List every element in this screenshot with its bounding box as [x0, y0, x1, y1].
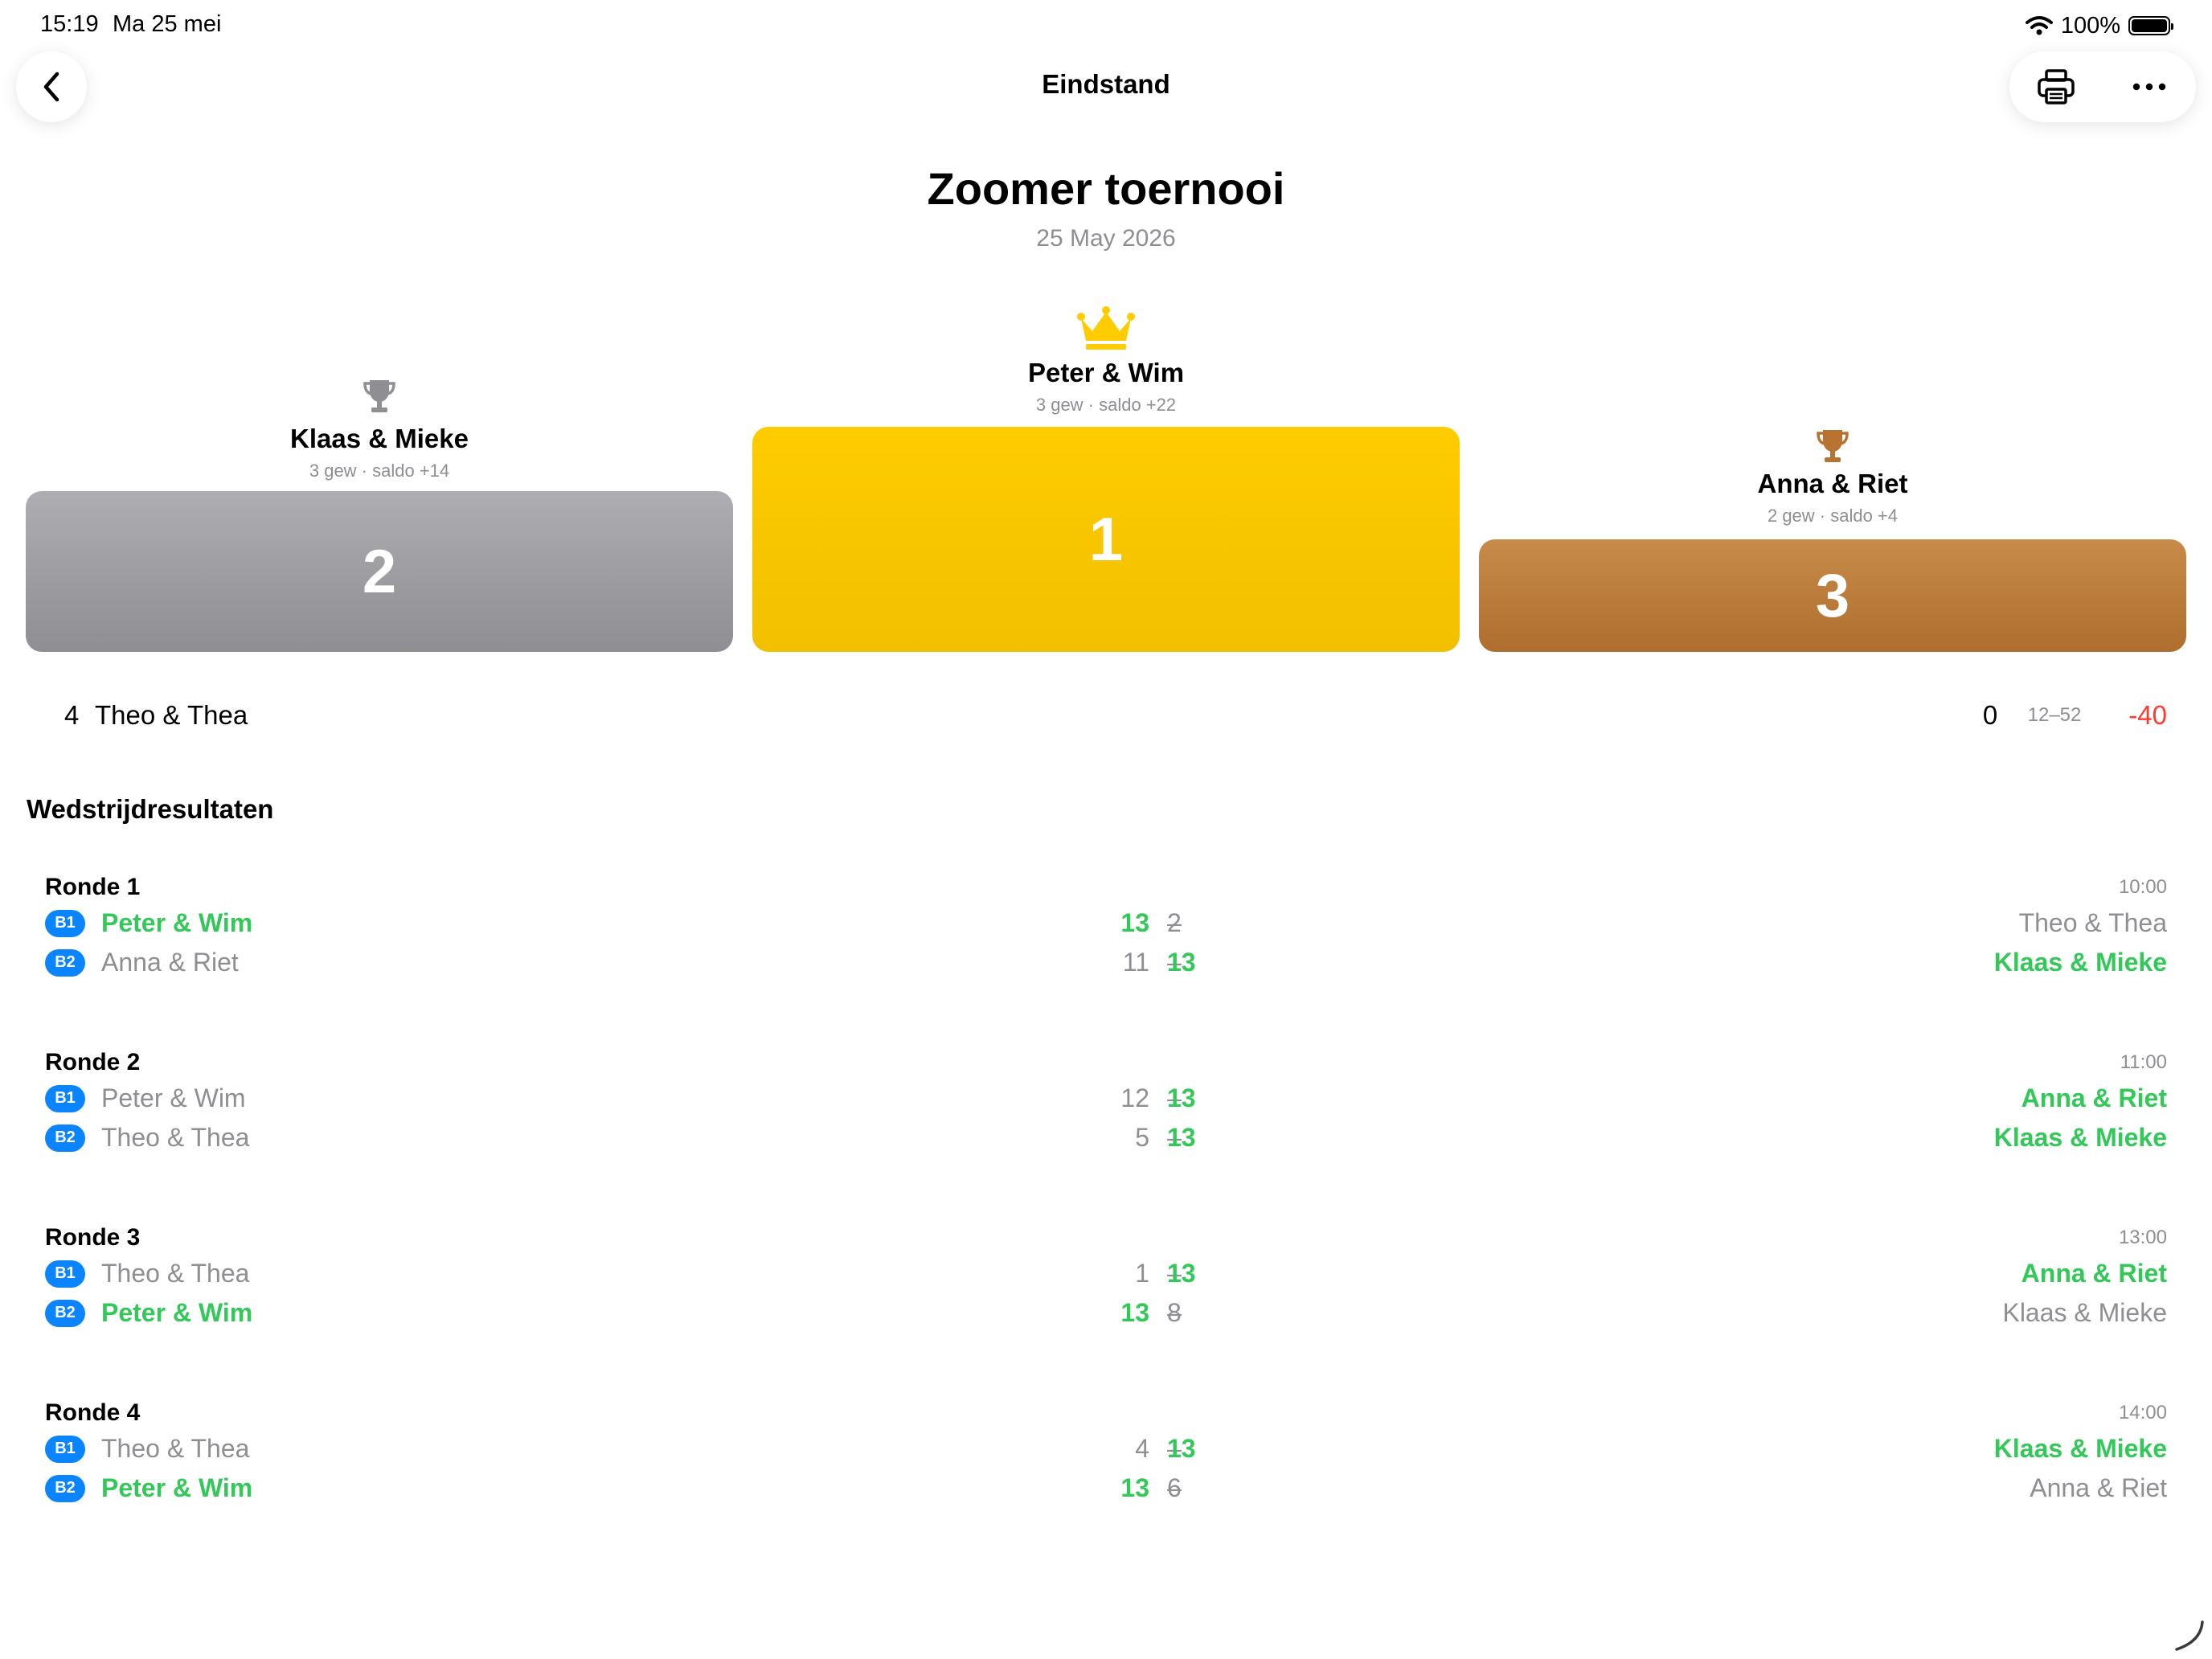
- battery-icon: [2128, 16, 2173, 35]
- podium-third-team: Anna & Riet: [1757, 469, 1908, 498]
- score-b: 13: [1167, 1259, 1196, 1288]
- podium-first-team: Peter & Wim: [1027, 358, 1185, 387]
- standings-points: 12–52: [2027, 704, 2082, 726]
- podium-second-team: Klaas & Mieke: [290, 424, 469, 453]
- round-card: Ronde 4 14:00 B1 Theo & Thea 4 – 13 Klaa…: [45, 1397, 2167, 1508]
- podium-second-stats: 3 gew · saldo +14: [309, 461, 450, 481]
- score-b: 13: [1167, 948, 1196, 977]
- more-button[interactable]: [2121, 59, 2177, 115]
- resize-handle-icon[interactable]: [2170, 1617, 2206, 1653]
- standings-saldo: -40: [2128, 700, 2167, 730]
- team-a: Theo & Thea: [101, 1434, 250, 1463]
- team-a: Peter & Wim: [101, 908, 253, 937]
- trophy-icon: [1817, 430, 1849, 462]
- round-title: Ronde 3: [45, 1224, 141, 1251]
- court-badge: B2: [45, 1124, 85, 1152]
- team-b: Theo & Thea: [2018, 908, 2167, 937]
- round-time: 14:00: [2118, 1402, 2167, 1423]
- podium-second-block: 2: [26, 491, 733, 652]
- court-badge: B1: [45, 1435, 85, 1463]
- tournament-date: 25 May 2026: [1036, 225, 1176, 252]
- match-row: B1 Peter & Wim 12 – 13 Anna & Riet: [45, 1079, 2167, 1118]
- round-title: Ronde 1: [45, 874, 141, 900]
- results-section-title: Wedstrijdresultaten: [27, 794, 274, 824]
- round-card: Ronde 3 13:00 B1 Theo & Thea 1 – 13 Anna…: [45, 1222, 2167, 1333]
- standings-team: Theo & Thea: [95, 700, 248, 730]
- status-date: Ma 25 mei: [113, 11, 222, 37]
- standings-wins: 0: [1982, 700, 1998, 730]
- round-time: 13:00: [2118, 1227, 2167, 1248]
- team-b: Anna & Riet: [2021, 1259, 2167, 1288]
- status-right: 100%: [2025, 11, 2173, 40]
- trophy-icon: [363, 380, 395, 412]
- team-a: Anna & Riet: [101, 948, 239, 977]
- podium-third-stats: 2 gew · saldo +4: [1767, 506, 1899, 526]
- court-badge: B1: [45, 909, 85, 937]
- nav-title: Eindstand: [1042, 69, 1170, 99]
- court-badge: B2: [45, 1474, 85, 1502]
- podium-third: Anna & Riet 2 gew · saldo +4: [1479, 428, 2186, 526]
- team-b: Klaas & Mieke: [1993, 948, 2167, 977]
- standings-row: 4 Theo & Thea 0 12–52 -40: [64, 698, 2167, 733]
- court-badge: B1: [45, 1260, 85, 1288]
- crown-icon: [1077, 306, 1135, 350]
- round-title: Ronde 4: [45, 1399, 141, 1426]
- round-time: 10:00: [2118, 876, 2167, 898]
- team-b: Anna & Riet: [2021, 1083, 2167, 1112]
- court-badge: B2: [45, 1299, 85, 1327]
- score-b: 8: [1167, 1298, 1182, 1327]
- team-a: Peter & Wim: [101, 1298, 253, 1327]
- ellipsis-icon: [2132, 83, 2166, 91]
- team-b: Klaas & Mieke: [1993, 1434, 2167, 1463]
- print-button[interactable]: [2028, 59, 2084, 115]
- team-a: Peter & Wim: [101, 1083, 246, 1112]
- court-badge: B1: [45, 1084, 85, 1112]
- score-b: 13: [1167, 1123, 1196, 1152]
- match-row: B1 Peter & Wim 13 – 2 Theo & Thea: [45, 903, 2167, 943]
- wifi-icon: [2025, 16, 2053, 35]
- round-card: Ronde 1 10:00 B1 Peter & Wim 13 – 2 Theo…: [45, 871, 2167, 982]
- battery-percentage: 100%: [2060, 12, 2120, 39]
- round-card: Ronde 2 11:00 B1 Peter & Wim 12 – 13 Ann…: [45, 1047, 2167, 1157]
- court-badge: B2: [45, 948, 85, 977]
- team-a: Theo & Thea: [101, 1259, 250, 1288]
- podium-first-stats: 3 gew · saldo +22: [1035, 395, 1177, 415]
- match-row: B2 Peter & Wim 13 – 6 Anna & Riet: [45, 1469, 2167, 1508]
- match-row: B2 Theo & Thea 5 – 13 Klaas & Mieke: [45, 1118, 2167, 1157]
- score-b: 13: [1167, 1083, 1196, 1112]
- status-time: 15:19: [40, 11, 99, 37]
- score-b: 13: [1167, 1434, 1196, 1463]
- podium-first: Peter & Wim 3 gew · saldo +22: [752, 305, 1460, 416]
- match-row: B1 Theo & Thea 1 – 13 Anna & Riet: [45, 1254, 2167, 1293]
- standings-rank: 4: [64, 700, 80, 730]
- match-row: B2 Peter & Wim 13 – 8 Klaas & Mieke: [45, 1293, 2167, 1333]
- team-b: Klaas & Mieke: [2002, 1298, 2167, 1327]
- team-b: Klaas & Mieke: [1993, 1123, 2167, 1152]
- podium-second: Klaas & Mieke 3 gew · saldo +14: [26, 378, 733, 481]
- score-b: 2: [1167, 908, 1182, 937]
- team-b: Anna & Riet: [2030, 1473, 2167, 1502]
- score-b: 6: [1167, 1473, 1182, 1502]
- match-row: B1 Theo & Thea 4 – 13 Klaas & Mieke: [45, 1429, 2167, 1469]
- tournament-title: Zoomer toernooi: [927, 163, 1285, 214]
- round-time: 11:00: [2120, 1051, 2167, 1073]
- team-a: Theo & Thea: [101, 1123, 250, 1152]
- round-title: Ronde 2: [45, 1049, 141, 1075]
- podium-third-block: 3: [1479, 539, 2186, 652]
- match-row: B2 Anna & Riet 11 – 13 Klaas & Mieke: [45, 943, 2167, 982]
- team-a: Peter & Wim: [101, 1473, 253, 1502]
- podium-first-block: 1: [752, 427, 1460, 652]
- nav-actions: [2009, 51, 2196, 122]
- printer-icon: [2038, 69, 2075, 104]
